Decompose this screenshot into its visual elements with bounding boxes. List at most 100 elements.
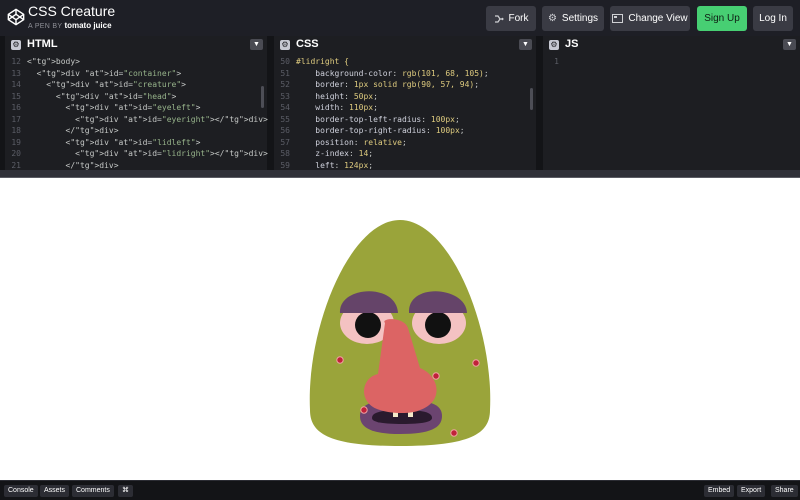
code-text: <"tg">div "at">id="lidleft"> — [27, 137, 201, 147]
code-text: </"tg">div> — [27, 160, 119, 170]
login-label: Log In — [759, 13, 787, 24]
js-panel-header: ⚙ JS ▼ — [543, 36, 800, 54]
change-view-button[interactable]: Change View — [610, 6, 690, 31]
console-button[interactable]: Console — [4, 485, 38, 497]
share-button[interactable]: Share — [771, 485, 798, 497]
code-line[interactable]: 58 z-index: 14; — [274, 148, 536, 160]
footer-bar: Console Assets Comments ⌘ Embed Export S… — [0, 480, 800, 500]
code-line[interactable]: 12 <"tg">body> — [5, 56, 267, 68]
code-line[interactable]: 53 height: 50px; — [274, 91, 536, 103]
line-number: 56 — [280, 126, 290, 135]
code-line[interactable]: 17 <"tg">div "at">id="eyeright"></"tg">d… — [5, 114, 268, 126]
css-code-editor[interactable]: 50 #lidright {51 background-color: rgb(10… — [274, 56, 536, 171]
login-button[interactable]: Log In — [753, 6, 793, 31]
code-text: #lidright { — [296, 57, 349, 66]
code-line[interactable]: 19 <"tg">div "at">id="lidleft"> — [5, 137, 267, 149]
code-line[interactable]: 13 <"tg">div "at">id="container"> — [5, 68, 267, 80]
code-text: <"tg">div "at">id="container"> — [27, 68, 182, 78]
code-text: z-index: 14; — [315, 149, 374, 158]
code-line[interactable]: 15 <"tg">div "at">id="head"> — [5, 91, 267, 103]
html-editor-panel: ⚙ HTML ▼ 12 <"tg">body> 13 <"tg">div "at">… — [5, 36, 268, 171]
code-line[interactable]: 16 <"tg">div "at">id="eyeleft"> — [5, 102, 267, 114]
line-number: 13 — [11, 68, 21, 78]
creature-illustration — [309, 220, 491, 446]
code-text: <"tg">div "at">id="lidright"></"tg">div> — [27, 149, 268, 158]
code-line[interactable]: 52 border: 1px solid rgb(90, 57, 94); — [274, 79, 536, 91]
html-settings-gear-icon[interactable]: ⚙ — [11, 40, 21, 50]
author-link[interactable]: tomato juice — [64, 21, 111, 30]
fork-label: Fork — [508, 13, 529, 24]
signup-button[interactable]: Sign Up — [697, 6, 747, 31]
css-panel-header: ⚙ CSS ▼ — [274, 36, 536, 54]
html-panel-header: ⚙ HTML ▼ — [5, 36, 267, 54]
code-line[interactable]: 20 <"tg">div "at">id="lidright"></"tg">d… — [5, 148, 268, 160]
js-settings-gear-icon[interactable]: ⚙ — [549, 40, 559, 50]
line-number: 52 — [280, 80, 290, 89]
line-number: 54 — [280, 103, 290, 112]
code-text: <"tg">div "at">id="creature"> — [27, 80, 186, 89]
css-panel-chevron-down-icon[interactable]: ▼ — [519, 39, 532, 50]
signup-label: Sign Up — [704, 13, 740, 24]
html-panel-title: HTML — [27, 38, 58, 50]
line-number: 58 — [280, 149, 290, 158]
code-text: position: relative; — [315, 137, 407, 147]
layout-icon — [612, 14, 624, 23]
fork-button[interactable]: Fork — [486, 6, 536, 31]
codepen-logo-icon[interactable] — [7, 8, 25, 26]
line-number: 14 — [11, 80, 21, 89]
assets-button[interactable]: Assets — [40, 485, 70, 497]
right-pupil — [425, 312, 451, 338]
export-button[interactable]: Export — [737, 485, 766, 497]
code-line[interactable]: 56 border-top-right-radius: 100px; — [274, 125, 536, 137]
code-text: height: 50px; — [315, 91, 378, 101]
code-line[interactable]: 57 position: relative; — [274, 137, 536, 149]
code-text: background-color: rgb(101, 68, 105); — [315, 68, 489, 78]
line-number: 15 — [11, 91, 21, 101]
header-bar: CSS Creature A PEN BY tomato juice Fork … — [0, 0, 800, 36]
code-line[interactable]: 55 border-top-left-radius: 100px; — [274, 114, 536, 126]
line-number: 57 — [280, 137, 290, 147]
code-text: <"tg">body> — [27, 57, 80, 66]
code-text: border-top-left-radius: 100px; — [315, 114, 460, 124]
editor-area: ⚙ HTML ▼ 12 <"tg">body> 13 <"tg">div "at">… — [0, 36, 800, 172]
wart — [432, 372, 440, 380]
css-panel-title: CSS — [296, 38, 319, 50]
code-line[interactable]: 50 #lidright { — [274, 56, 536, 68]
settings-button[interactable]: ⚙ Settings — [542, 6, 604, 31]
code-line[interactable]: 18 </"tg">div> — [5, 125, 267, 137]
change-view-label: Change View — [628, 13, 688, 24]
css-settings-gear-icon[interactable]: ⚙ — [280, 40, 290, 50]
line-number: 19 — [11, 137, 21, 147]
line-number: 20 — [11, 149, 21, 158]
editor-resize-handle[interactable] — [0, 170, 800, 178]
line-number: 18 — [11, 126, 21, 135]
result-preview — [0, 178, 800, 480]
js-editor-panel: ⚙ JS ▼ 1 — [543, 36, 800, 170]
keyboard-shortcuts-button[interactable]: ⌘ — [118, 485, 133, 497]
css-editor-panel: ⚙ CSS ▼ 50 #lidright {51 background-color… — [274, 36, 536, 170]
left-pupil — [355, 312, 381, 338]
line-number: 53 — [280, 91, 290, 101]
line-number: 17 — [11, 114, 21, 124]
line-number: 1 — [554, 57, 559, 66]
code-line[interactable]: 1 — [543, 56, 800, 68]
code-text: <"tg">div "at">id="head"> — [27, 91, 177, 101]
comments-button[interactable]: Comments — [72, 485, 114, 497]
fork-icon — [494, 14, 504, 23]
code-line[interactable]: 51 background-color: rgb(101, 68, 105); — [274, 68, 536, 80]
code-line[interactable]: 54 width: 110px; — [274, 102, 536, 114]
wart — [336, 356, 344, 364]
html-code-editor[interactable]: 12 <"tg">body> 13 <"tg">div "at">id="conta… — [5, 56, 268, 171]
line-number: 51 — [280, 68, 290, 78]
css-scrollbar[interactable] — [530, 88, 533, 110]
js-panel-chevron-down-icon[interactable]: ▼ — [783, 39, 796, 50]
wart — [472, 359, 480, 367]
html-panel-chevron-down-icon[interactable]: ▼ — [250, 39, 263, 50]
code-line[interactable]: 14 <"tg">div "at">id="creature"> — [5, 79, 267, 91]
byline-prefix: A PEN BY — [28, 23, 63, 30]
html-scrollbar[interactable] — [261, 86, 264, 108]
line-number: 55 — [280, 114, 290, 124]
code-text: border-top-right-radius: 100px; — [315, 126, 465, 135]
js-code-editor[interactable]: 1 — [543, 56, 800, 68]
embed-button[interactable]: Embed — [704, 485, 735, 497]
